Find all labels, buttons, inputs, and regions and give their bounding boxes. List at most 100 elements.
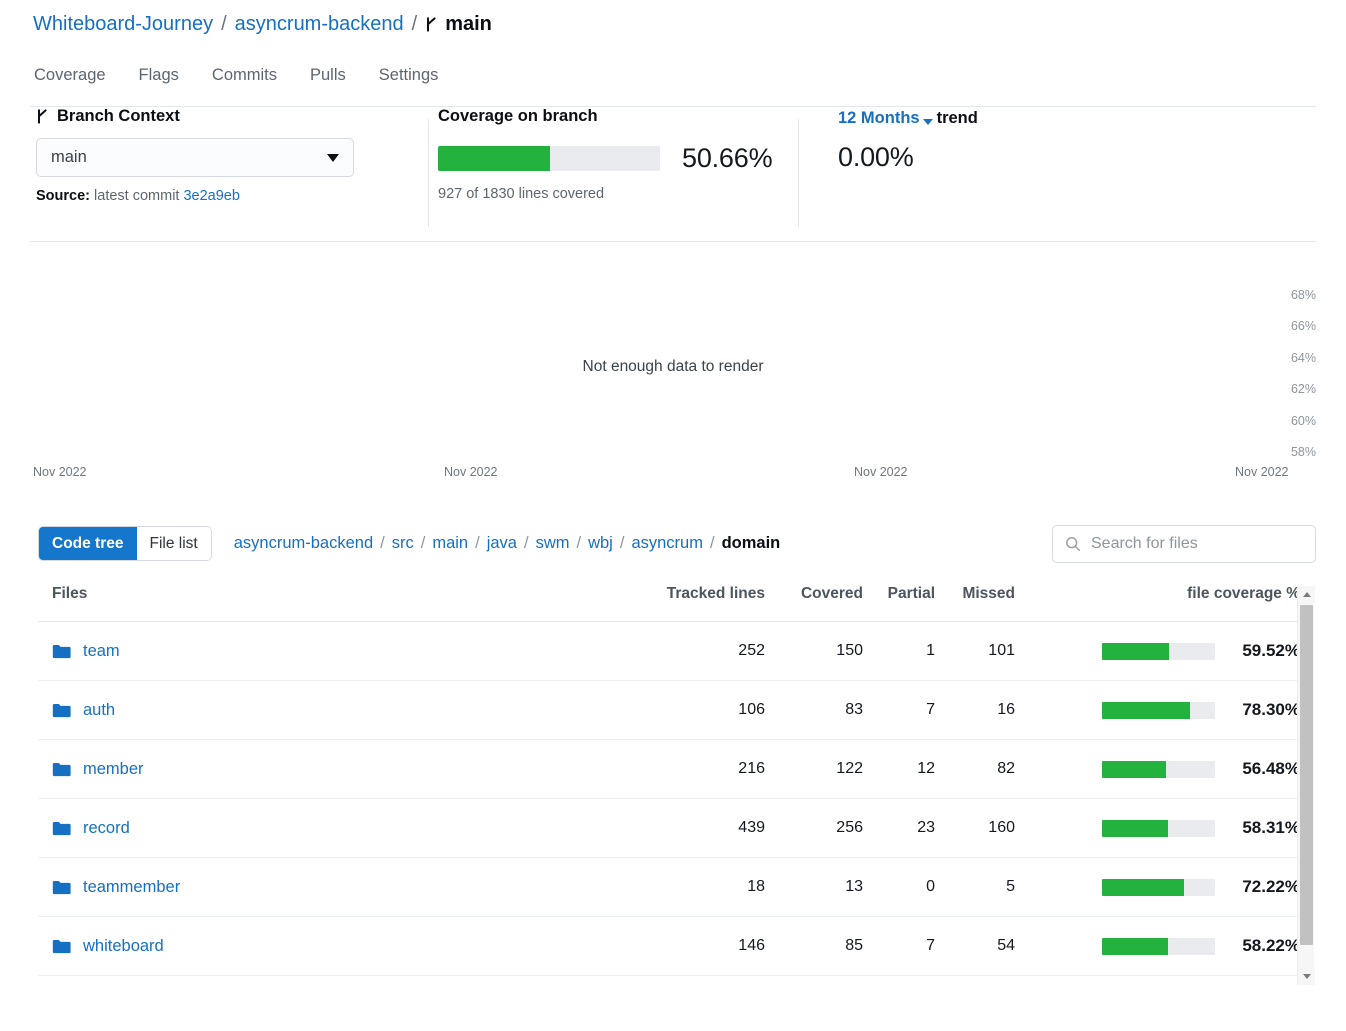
coverage-lines-text: 927 of 1830 lines covered xyxy=(438,186,605,202)
path-sep-4: / xyxy=(576,534,582,552)
coverage-bar-fill xyxy=(438,146,551,171)
path-crumb-domain: domain xyxy=(721,534,781,552)
table-row[interactable]: record 439 256 23 160 58.31% xyxy=(38,798,1300,858)
coverage-percent-label: 58.22% xyxy=(1242,936,1300,955)
tab-commits[interactable]: Commits xyxy=(208,62,281,95)
header-missed[interactable]: Missed xyxy=(935,585,1015,622)
cell-file-coverage: 58.31% xyxy=(1015,798,1300,858)
tab-pulls[interactable]: Pulls xyxy=(306,62,350,95)
file-link[interactable]: record xyxy=(83,819,130,838)
chart-empty-message: Not enough data to render xyxy=(582,358,764,375)
coverage-percent: 50.66% xyxy=(682,143,773,173)
search-files-box[interactable]: Search for files xyxy=(1052,525,1316,563)
cell-tracked-lines: 216 xyxy=(638,739,765,799)
path-sep-6: / xyxy=(709,534,715,552)
table-row[interactable]: auth 106 83 7 16 78.30% xyxy=(38,680,1300,740)
folder-icon xyxy=(52,821,71,835)
breadcrumb-branch: main xyxy=(425,9,492,39)
coverage-percent-label: 56.48% xyxy=(1242,759,1300,778)
cell-file-name: record xyxy=(38,798,638,858)
chevron-down-icon-trend[interactable] xyxy=(922,119,933,125)
coverage-percent-label: 78.30% xyxy=(1242,700,1300,719)
table-scrollbar[interactable] xyxy=(1297,586,1315,985)
path-crumb-asyncrum-backend[interactable]: asyncrum-backend xyxy=(234,534,373,553)
trend-range-select[interactable]: 12 Months xyxy=(838,109,920,127)
coverage-mini-fill xyxy=(1102,701,1191,719)
cell-partial: 7 xyxy=(863,680,935,740)
scroll-up-button[interactable] xyxy=(1298,586,1315,603)
cell-file-coverage: 56.48% xyxy=(1015,739,1300,799)
cell-file-coverage: 59.52% xyxy=(1015,621,1300,681)
tree-toolbar: Code tree File list asyncrum-backend / s… xyxy=(38,526,780,561)
coverage-mini-fill xyxy=(1102,937,1168,955)
files-table-body: team 252 150 1 101 59.52% auth 106 83 7 16 78.30% me… xyxy=(38,621,1300,976)
table-row[interactable]: whiteboard 146 85 7 54 58.22% xyxy=(38,916,1300,976)
coverage-mini-fill xyxy=(1102,878,1184,896)
triangle-up-icon xyxy=(1302,592,1311,597)
table-row[interactable]: member 216 122 12 82 56.48% xyxy=(38,739,1300,799)
path-crumb-asyncrum[interactable]: asyncrum xyxy=(631,534,703,553)
files-table: Files Tracked lines Covered Partial Miss… xyxy=(38,585,1300,976)
commit-sha-link[interactable]: 3e2a9eb xyxy=(183,188,239,204)
branch-select[interactable]: main xyxy=(36,138,354,177)
chart-ytick-1: 66% xyxy=(1290,319,1316,333)
path-crumb-src[interactable]: src xyxy=(392,534,414,553)
header-file-coverage[interactable]: file coverage % xyxy=(1015,585,1300,622)
toggle-file-list[interactable]: File list xyxy=(136,527,211,560)
table-header-row: Files Tracked lines Covered Partial Miss… xyxy=(38,585,1300,622)
file-link[interactable]: auth xyxy=(83,701,115,720)
path-crumb-wbj[interactable]: wbj xyxy=(588,534,613,553)
tab-coverage[interactable]: Coverage xyxy=(30,62,110,95)
header-files[interactable]: Files xyxy=(38,585,638,622)
file-link[interactable]: whiteboard xyxy=(83,937,164,956)
file-link[interactable]: member xyxy=(83,760,144,779)
cell-covered: 122 xyxy=(765,739,863,799)
search-input-placeholder: Search for files xyxy=(1091,535,1198,552)
scroll-down-button[interactable] xyxy=(1298,968,1315,985)
path-sep-1: / xyxy=(420,534,426,552)
cell-covered: 150 xyxy=(765,621,863,681)
branch-context-title-text: Branch Context xyxy=(57,107,180,125)
file-link[interactable]: team xyxy=(83,642,120,661)
cell-partial: 0 xyxy=(863,857,935,917)
coverage-percent-label: 58.31% xyxy=(1242,818,1300,837)
scrollbar-thumb[interactable] xyxy=(1300,605,1313,945)
header-partial[interactable]: Partial xyxy=(863,585,935,622)
path-crumb-java[interactable]: java xyxy=(487,534,517,553)
path-sep-2: / xyxy=(475,534,480,552)
toggle-code-tree[interactable]: Code tree xyxy=(39,527,137,560)
breadcrumb-repo[interactable]: asyncrum-backend xyxy=(235,9,404,39)
cell-file-name: auth xyxy=(38,680,638,740)
header-tracked-lines[interactable]: Tracked lines xyxy=(638,585,765,622)
tab-flags[interactable]: Flags xyxy=(135,62,183,95)
cell-missed: 160 xyxy=(935,798,1015,858)
breadcrumb-owner[interactable]: Whiteboard-Journey xyxy=(33,9,213,39)
cell-covered: 256 xyxy=(765,798,863,858)
cell-partial: 12 xyxy=(863,739,935,799)
table-row[interactable]: teammember 18 13 0 5 72.22% xyxy=(38,857,1300,917)
cell-file-name: teammember xyxy=(38,857,638,917)
file-link[interactable]: teammember xyxy=(83,878,180,897)
cell-covered: 13 xyxy=(765,857,863,917)
path-sep-5: / xyxy=(619,534,625,552)
cell-tracked-lines: 439 xyxy=(638,798,765,858)
trend-header: 12 Months trend xyxy=(838,109,978,128)
source-text: latest commit xyxy=(94,188,180,204)
search-icon xyxy=(1066,537,1081,552)
cell-file-coverage: 58.22% xyxy=(1015,916,1300,976)
cell-tracked-lines: 146 xyxy=(638,916,765,976)
header-covered[interactable]: Covered xyxy=(765,585,863,622)
table-row[interactable]: team 252 150 1 101 59.52% xyxy=(38,621,1300,681)
chart-ytick-5: 58% xyxy=(1290,445,1316,459)
path-crumb-swm[interactable]: swm xyxy=(536,534,570,553)
summary-divider-bottom xyxy=(30,241,1316,242)
cell-file-name: member xyxy=(38,739,638,799)
source-line: Source: latest commit 3e2a9eb xyxy=(36,188,354,204)
chart-xtick-2: Nov 2022 xyxy=(854,465,908,479)
cell-partial: 23 xyxy=(863,798,935,858)
cell-file-name: whiteboard xyxy=(38,916,638,976)
cell-missed: 101 xyxy=(935,621,1015,681)
branch-icon xyxy=(427,16,436,32)
tab-settings[interactable]: Settings xyxy=(375,62,443,95)
path-crumb-main[interactable]: main xyxy=(432,534,468,553)
